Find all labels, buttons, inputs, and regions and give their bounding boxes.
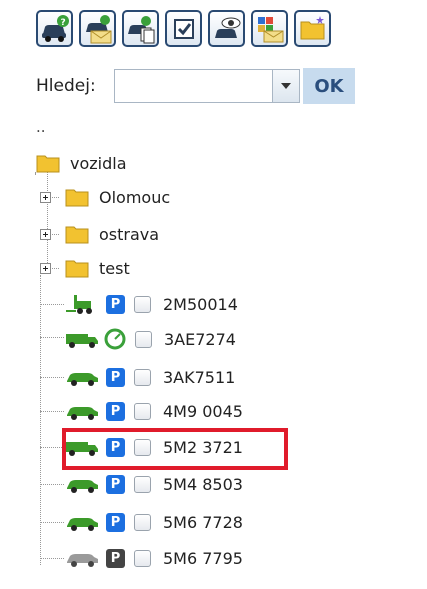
vehicle-row[interactable]: P 5M6 7728: [64, 507, 243, 537]
vehicle-checkbox[interactable]: [134, 295, 151, 313]
vehicle-plate: 5M4 8503: [163, 474, 243, 494]
vehicle-row-highlighted[interactable]: P 5M2 3721: [64, 432, 243, 462]
vehicle-row[interactable]: P 4M9 0045: [64, 396, 243, 426]
folder-icon: [36, 155, 60, 173]
vehicle-plate: 4M9 0045: [163, 401, 243, 421]
folder-icon: [65, 226, 89, 244]
vehicle-checkbox[interactable]: [134, 368, 151, 386]
forklift-icon: [66, 295, 92, 314]
tree-node-folder[interactable]: Olomouc: [40, 182, 170, 212]
vehicle-checkbox[interactable]: [134, 513, 151, 531]
parking-status-icon: P: [106, 512, 125, 532]
tree-node-root[interactable]: vozidla: [36, 148, 127, 178]
vehicle-plate: 5M2 3721: [163, 437, 243, 457]
expand-icon[interactable]: [40, 191, 51, 203]
folder-icon: [65, 260, 89, 278]
vehicle-tree: vozidla Olomouc ostrava test P 2M50014 3…: [0, 0, 427, 589]
tree-node-label: ostrava: [99, 224, 160, 244]
tree-node-label: test: [99, 258, 130, 278]
vehicle-row[interactable]: P 5M6 7795: [64, 543, 243, 573]
tree-connector: [40, 484, 64, 485]
tree-node-label: Olomouc: [99, 187, 171, 207]
vehicle-checkbox[interactable]: [134, 438, 151, 456]
vehicle-checkbox[interactable]: [134, 549, 151, 567]
truck-icon: [66, 442, 98, 456]
tree-node-folder[interactable]: ostrava: [40, 219, 159, 249]
vehicle-checkbox[interactable]: [134, 402, 151, 420]
parking-status-icon: P: [106, 474, 125, 494]
tree-node-label: vozidla: [70, 153, 127, 173]
vehicle-checkbox[interactable]: [135, 330, 152, 348]
tree-connector: [40, 337, 64, 338]
tree-connector: [40, 304, 64, 305]
parking-status-icon: P: [106, 437, 125, 457]
folder-icon: [65, 189, 89, 207]
vehicle-row[interactable]: P 3AK7511: [64, 362, 235, 392]
vehicle-plate: 5M6 7728: [163, 512, 243, 532]
vehicle-row[interactable]: 3AE7274: [64, 324, 236, 354]
vehicle-plate: 5M6 7795: [163, 548, 243, 568]
expand-icon[interactable]: [40, 262, 51, 274]
parking-status-icon: P: [106, 294, 125, 314]
tree-node-folder[interactable]: test: [40, 253, 130, 283]
vehicle-plate: 2M50014: [163, 294, 238, 314]
car-icon: [67, 407, 98, 420]
parking-status-icon: P: [106, 401, 125, 421]
tree-connector: [40, 411, 64, 412]
vehicle-checkbox[interactable]: [134, 475, 151, 493]
truck-icon: [66, 334, 98, 348]
tree-connector: [40, 447, 64, 448]
vehicle-row[interactable]: P 2M50014: [64, 289, 238, 319]
tree-connector: [40, 522, 64, 523]
vehicle-plate: 3AK7511: [163, 367, 236, 387]
car-icon: [67, 480, 98, 493]
car-gray-icon: [67, 554, 98, 567]
car-icon: [67, 373, 98, 386]
parking-status-icon: P: [106, 367, 125, 387]
tree-connector: [40, 558, 64, 559]
car-icon: [67, 518, 98, 531]
vehicle-plate: 3AE7274: [164, 329, 236, 349]
vehicle-row[interactable]: P 5M4 8503: [64, 469, 243, 499]
tree-connector: [40, 377, 64, 378]
parking-status-icon: P: [106, 548, 125, 568]
expand-icon[interactable]: [40, 228, 51, 240]
gauge-icon: [104, 328, 126, 350]
